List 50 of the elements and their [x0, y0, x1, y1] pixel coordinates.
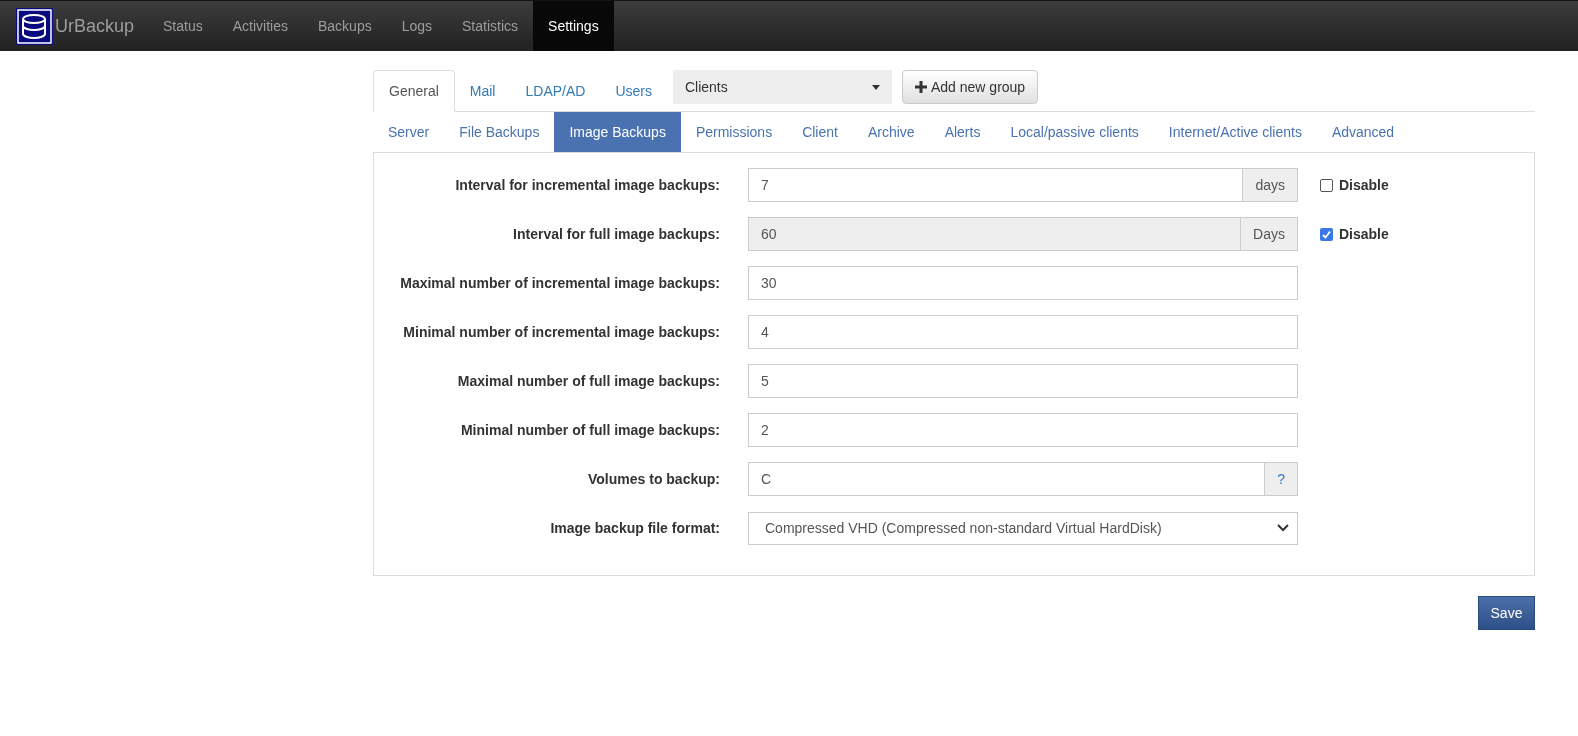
help-button[interactable]: ?: [1265, 462, 1298, 496]
section-tab[interactable]: Client: [787, 112, 853, 152]
section-tab[interactable]: Image Backups: [554, 112, 681, 152]
nav-link[interactable]: Status: [148, 1, 218, 51]
number-input[interactable]: 5: [748, 364, 1298, 398]
chevron-down-icon: [1277, 524, 1289, 532]
number-input[interactable]: 7: [748, 168, 1244, 202]
section-tab[interactable]: Permissions: [680, 112, 788, 152]
add-group-button[interactable]: Add new group: [901, 70, 1039, 104]
section-tab[interactable]: Server: [373, 112, 445, 152]
section-tab[interactable]: Advanced: [1316, 112, 1410, 152]
field-label: Minimal number of incremental image backups:: [402, 322, 721, 342]
number-input[interactable]: 30: [748, 266, 1298, 300]
settings-tab[interactable]: Users: [600, 70, 667, 112]
nav-link[interactable]: Backups: [302, 1, 387, 51]
plus-icon: [914, 81, 927, 93]
section-tab[interactable]: File Backups: [444, 112, 555, 152]
settings-tab[interactable]: General: [373, 70, 455, 112]
disable-label: Disable: [1339, 175, 1389, 195]
database-logo-icon: [16, 7, 53, 45]
field-label: Image backup file format:: [549, 518, 721, 538]
unit-addon: days: [1243, 168, 1298, 202]
number-input[interactable]: 2: [748, 413, 1298, 447]
number-input[interactable]: C: [748, 462, 1266, 496]
field-label: Interval for incremental image backups:: [454, 175, 721, 195]
field-label: Maximal number of full image backups:: [456, 371, 721, 391]
unit-addon: Days: [1241, 217, 1298, 251]
section-tab[interactable]: Alerts: [929, 112, 996, 152]
caret-icon: [871, 84, 880, 90]
section-tab[interactable]: Archive: [852, 112, 930, 152]
settings-tab[interactable]: Mail: [454, 70, 511, 112]
section-tab[interactable]: Internet/Active clients: [1153, 112, 1317, 152]
field-label: Volumes to backup:: [587, 469, 721, 489]
checkbox[interactable]: [1320, 178, 1333, 192]
number-input[interactable]: 4: [748, 315, 1298, 349]
nav-link[interactable]: Settings: [533, 1, 614, 51]
format-select[interactable]: Compressed VHD (Compressed non-standard Virtual HardDisk): [748, 511, 1298, 545]
group-select[interactable]: Clients: [672, 70, 892, 104]
nav-link[interactable]: Logs: [386, 1, 448, 51]
disable-label: Disable: [1339, 224, 1389, 244]
nav-link[interactable]: Activities: [217, 1, 303, 51]
section-tab[interactable]: Local/passive clients: [995, 112, 1154, 152]
checkbox[interactable]: [1320, 227, 1333, 241]
field-label: Interval for full image backups:: [512, 224, 721, 244]
brand-name[interactable]: UrBackup: [55, 12, 135, 40]
field-label: Maximal number of incremental image backups:: [399, 273, 721, 293]
field-label: Minimal number of full image backups:: [459, 420, 721, 440]
save-button[interactable]: Save: [1478, 596, 1535, 630]
nav-link[interactable]: Statistics: [447, 1, 534, 51]
settings-tab[interactable]: LDAP/AD: [510, 70, 601, 112]
